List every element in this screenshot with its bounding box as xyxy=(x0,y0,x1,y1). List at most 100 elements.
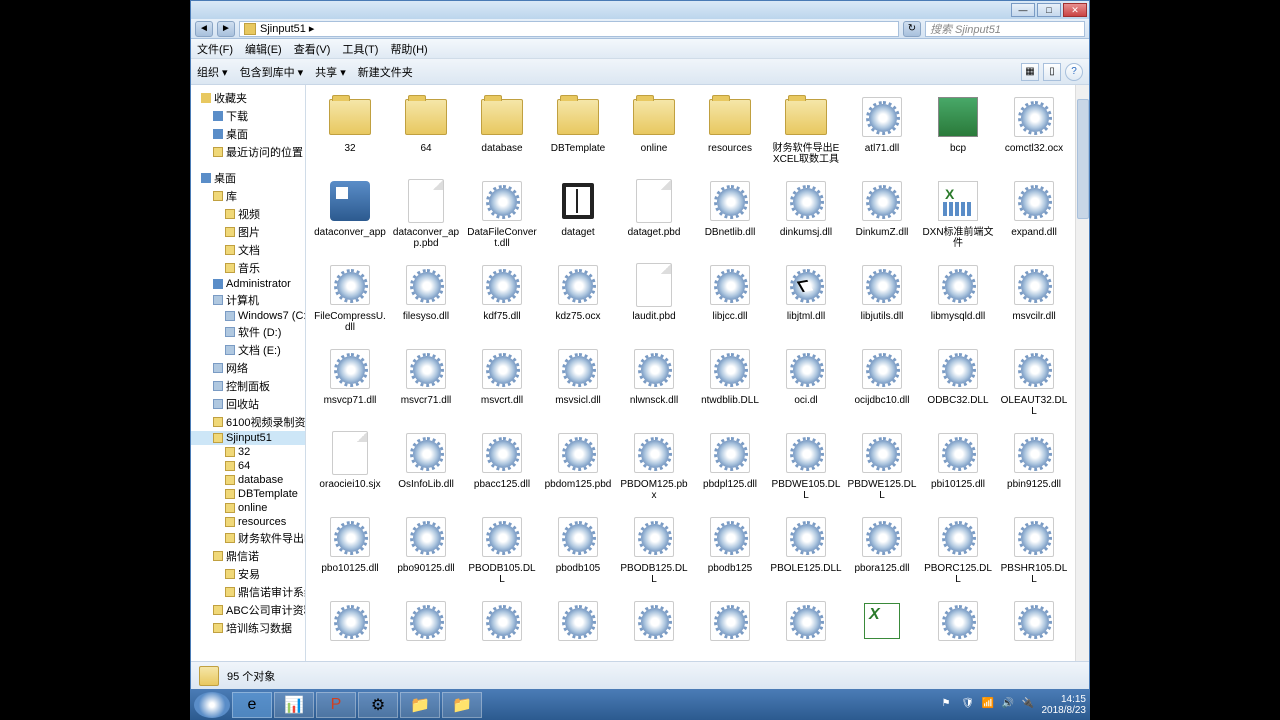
include-button[interactable]: 包含到库中 ▾ xyxy=(240,64,304,80)
file-item[interactable]: oci.dl xyxy=(768,343,844,419)
sidebar-music[interactable]: 音乐 xyxy=(191,259,305,277)
file-item[interactable]: libjtml.dll xyxy=(768,259,844,335)
file-item[interactable]: DataFileConvert.dll xyxy=(464,175,540,251)
file-item[interactable]: atl71.dll xyxy=(844,91,920,167)
file-item[interactable]: 财务软件导出EXCEL取数工具 xyxy=(768,91,844,167)
sidebar-videos[interactable]: 视频 xyxy=(191,205,305,223)
sidebar-dxn[interactable]: 鼎信诺 xyxy=(191,547,305,565)
file-item[interactable]: online xyxy=(616,91,692,167)
file-item[interactable]: pbacc125.dll xyxy=(464,427,540,503)
file-item[interactable]: pbdom125.pbd xyxy=(540,427,616,503)
share-button[interactable]: 共享 ▾ xyxy=(315,64,346,80)
file-item[interactable] xyxy=(996,595,1072,649)
file-item[interactable]: libjcc.dll xyxy=(692,259,768,335)
sidebar-64[interactable]: 64 xyxy=(191,459,305,473)
file-item[interactable]: DXN标准前端文件 xyxy=(920,175,996,251)
file-item[interactable]: msvcr71.dll xyxy=(388,343,464,419)
file-item[interactable]: nlwnsck.dll xyxy=(616,343,692,419)
file-item[interactable]: PBORC125.DLL xyxy=(920,511,996,587)
file-item[interactable]: dataget xyxy=(540,175,616,251)
sidebar-downloads[interactable]: 下载 xyxy=(191,107,305,125)
file-item[interactable]: database xyxy=(464,91,540,167)
taskbar-powerpoint[interactable]: P xyxy=(316,692,356,718)
file-item[interactable] xyxy=(388,595,464,649)
sidebar-network[interactable]: 网络 xyxy=(191,359,305,377)
file-grid[interactable]: 3264databaseDBTemplateonlineresources财务软… xyxy=(306,85,1089,661)
sidebar-sjinput[interactable]: Sjinput51 xyxy=(191,431,305,445)
back-button[interactable]: ◄ xyxy=(195,21,213,37)
file-item[interactable]: PBDWE125.DLL xyxy=(844,427,920,503)
start-button[interactable] xyxy=(194,692,230,718)
sidebar-dbtemplate[interactable]: DBTemplate xyxy=(191,487,305,501)
taskbar-app1[interactable]: 📊 xyxy=(274,692,314,718)
file-item[interactable]: PBSHR105.DLL xyxy=(996,511,1072,587)
vertical-scrollbar[interactable] xyxy=(1075,85,1089,661)
file-item[interactable]: OLEAUT32.DLL xyxy=(996,343,1072,419)
file-item[interactable] xyxy=(768,595,844,649)
file-item[interactable]: kdf75.dll xyxy=(464,259,540,335)
file-item[interactable]: msvcilr.dll xyxy=(996,259,1072,335)
file-item[interactable]: PBODB105.DLL xyxy=(464,511,540,587)
file-item[interactable]: dataconver_app.pbd xyxy=(388,175,464,251)
clock[interactable]: 14:15 2018/8/23 xyxy=(1042,694,1087,716)
file-item[interactable] xyxy=(844,595,920,649)
menu-file[interactable]: 文件(F) xyxy=(197,41,233,57)
search-input[interactable]: 搜索 Sjinput51 xyxy=(925,21,1085,37)
minimize-button[interactable]: — xyxy=(1011,3,1035,17)
file-item[interactable]: DBTemplate xyxy=(540,91,616,167)
file-item[interactable]: PBDOM125.pbx xyxy=(616,427,692,503)
file-item[interactable]: pbin9125.dll xyxy=(996,427,1072,503)
maximize-button[interactable]: □ xyxy=(1037,3,1061,17)
file-item[interactable]: ntwdblib.DLL xyxy=(692,343,768,419)
file-item[interactable]: PBODB125.DLL xyxy=(616,511,692,587)
preview-pane-button[interactable]: ▯ xyxy=(1043,63,1061,81)
file-item[interactable]: comctl32.ocx xyxy=(996,91,1072,167)
file-item[interactable]: resources xyxy=(692,91,768,167)
sidebar-finance[interactable]: 财务软件导出EXC xyxy=(191,529,305,547)
tray-network-icon[interactable]: 📶 xyxy=(982,698,996,712)
sidebar-documents[interactable]: 文档 xyxy=(191,241,305,259)
file-item[interactable]: dataget.pbd xyxy=(616,175,692,251)
menu-tools[interactable]: 工具(T) xyxy=(342,41,378,57)
file-item[interactable]: msvcrt.dll xyxy=(464,343,540,419)
taskbar-folder[interactable]: 📁 xyxy=(442,692,482,718)
file-item[interactable]: OsInfoLib.dll xyxy=(388,427,464,503)
sidebar-recent[interactable]: 最近访问的位置 xyxy=(191,143,305,161)
sidebar-32[interactable]: 32 xyxy=(191,445,305,459)
file-item[interactable]: PBOLE125.DLL xyxy=(768,511,844,587)
file-item[interactable]: pbo10125.dll xyxy=(312,511,388,587)
refresh-button[interactable]: ↻ xyxy=(903,21,921,37)
file-item[interactable]: 32 xyxy=(312,91,388,167)
scroll-thumb[interactable] xyxy=(1077,99,1089,219)
view-options-button[interactable]: ▦ xyxy=(1021,63,1039,81)
sidebar-control[interactable]: 控制面板 xyxy=(191,377,305,395)
sidebar-drive-d[interactable]: 软件 (D:) xyxy=(191,323,305,341)
file-item[interactable]: msvsicl.dll xyxy=(540,343,616,419)
tray-power-icon[interactable]: 🔌 xyxy=(1022,698,1036,712)
file-item[interactable]: dataconver_app xyxy=(312,175,388,251)
taskbar-app2[interactable]: ⚙ xyxy=(358,692,398,718)
file-item[interactable] xyxy=(616,595,692,649)
file-item[interactable]: ocijdbc10.dll xyxy=(844,343,920,419)
sidebar-favorites[interactable]: 收藏夹 xyxy=(191,89,305,107)
file-item[interactable]: libmysqld.dll xyxy=(920,259,996,335)
menu-view[interactable]: 查看(V) xyxy=(294,41,331,57)
sidebar-dxnaudit[interactable]: 鼎信诺审计系统培训 xyxy=(191,583,305,601)
file-item[interactable]: PBDWE105.DLL xyxy=(768,427,844,503)
sidebar-database[interactable]: database xyxy=(191,473,305,487)
taskbar-ie[interactable]: e xyxy=(232,692,272,718)
sidebar-admin[interactable]: Administrator xyxy=(191,277,305,291)
file-item[interactable]: pbo90125.dll xyxy=(388,511,464,587)
sidebar-computer[interactable]: 计算机 xyxy=(191,291,305,309)
sidebar-recycle[interactable]: 回收站 xyxy=(191,395,305,413)
close-button[interactable]: ✕ xyxy=(1063,3,1087,17)
forward-button[interactable]: ► xyxy=(217,21,235,37)
help-button[interactable]: ? xyxy=(1065,63,1083,81)
tray-flag-icon[interactable]: ⚑ xyxy=(942,698,956,712)
taskbar-explorer[interactable]: 📁 xyxy=(400,692,440,718)
file-item[interactable]: 64 xyxy=(388,91,464,167)
file-item[interactable]: laudit.pbd xyxy=(616,259,692,335)
file-item[interactable]: bcp xyxy=(920,91,996,167)
file-item[interactable]: filesyso.dll xyxy=(388,259,464,335)
sidebar-abc[interactable]: ABC公司审计资料 xyxy=(191,601,305,619)
